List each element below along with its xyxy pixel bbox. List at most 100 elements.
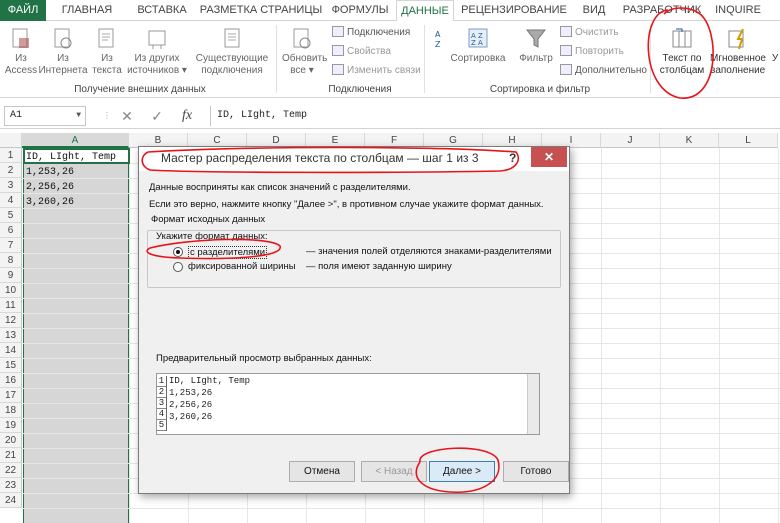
row-header-13[interactable]: 13 <box>0 328 22 343</box>
tab-file[interactable]: ФАЙЛ <box>0 0 46 21</box>
properties-icon <box>332 45 344 56</box>
refresh-all-button[interactable]: Обновить все ▾ <box>282 27 327 77</box>
tab-insert[interactable]: ВСТАВКА <box>128 0 196 21</box>
cell-a1[interactable]: ID, LIght, Temp <box>26 150 116 165</box>
clear-filter-button[interactable]: Очистить <box>560 26 619 40</box>
from-other-label-2: источников ▾ <box>127 65 187 76</box>
from-text-label-2: текста <box>92 65 122 76</box>
from-access-label-2: Access <box>4 65 38 76</box>
row-header-5[interactable]: 5 <box>0 208 22 223</box>
filter-label: Фильтр <box>519 53 553 64</box>
advanced-filter-button[interactable]: Дополнительно <box>560 64 647 78</box>
ribbon-data: Из Access Из Интернета Из текста Из других и… <box>0 21 780 98</box>
row-header-16[interactable]: 16 <box>0 373 22 388</box>
data-preview[interactable]: 1 2 3 4 5 ID, LIght, Temp 1,253,26 2,256… <box>156 373 540 435</box>
radio-delimited[interactable] <box>173 247 183 257</box>
preview-line: ID, LIght, Temp <box>169 376 251 386</box>
select-all-corner[interactable] <box>0 133 22 148</box>
connections-icon <box>332 26 344 37</box>
sort-az-button[interactable]: AZ <box>432 27 450 53</box>
flash-fill-label: Мгновенное <box>710 53 766 64</box>
preview-scrollbar[interactable] <box>527 374 539 434</box>
row-header-3[interactable]: 3 <box>0 178 22 193</box>
cancel-entry-icon[interactable]: ✕ <box>116 106 138 126</box>
properties-button[interactable]: Свойства <box>332 45 391 59</box>
tab-formulas[interactable]: ФОРМУЛЫ <box>326 0 394 21</box>
column-header-k[interactable]: K <box>660 133 719 148</box>
row-header-4[interactable]: 4 <box>0 193 22 208</box>
preview-label: Предварительный просмотр выбранных данны… <box>156 353 372 364</box>
row-header-7[interactable]: 7 <box>0 238 22 253</box>
row-header-14[interactable]: 14 <box>0 343 22 358</box>
row-header-11[interactable]: 11 <box>0 298 22 313</box>
tab-view[interactable]: ВИД <box>574 0 614 21</box>
chevron-down-icon[interactable]: ▼ <box>76 107 81 125</box>
reapply-label: Повторить <box>575 46 624 57</box>
row-header-21[interactable]: 21 <box>0 448 22 463</box>
tab-inquire[interactable]: INQUIRE <box>710 0 766 21</box>
from-access-button[interactable]: Из Access <box>4 27 38 77</box>
column-header-a[interactable]: A <box>22 133 129 148</box>
truncated-ribbon-button[interactable]: У <box>770 53 780 65</box>
flash-fill-button[interactable]: Мгновенное заполнение <box>708 27 768 77</box>
close-button[interactable]: ✕ <box>531 147 567 167</box>
tab-page-layout[interactable]: РАЗМЕТКА СТРАНИЦЫ <box>198 0 324 21</box>
cell-a4[interactable]: 3,260,26 <box>26 195 74 210</box>
reapply-button[interactable]: Повторить <box>560 45 624 59</box>
connections-button[interactable]: Подключения <box>332 26 410 40</box>
dialog-titlebar[interactable]: Мастер распределения текста по столбцам … <box>139 147 569 171</box>
radio-fixed-width[interactable] <box>173 262 183 272</box>
filter-icon <box>525 29 547 48</box>
row-header-18[interactable]: 18 <box>0 403 22 418</box>
row-header-9[interactable]: 9 <box>0 268 22 283</box>
from-web-button[interactable]: Из Интернета <box>38 27 88 77</box>
column-header-l[interactable]: L <box>719 133 778 148</box>
row-header-19[interactable]: 19 <box>0 418 22 433</box>
row-header-8[interactable]: 8 <box>0 253 22 268</box>
tab-review[interactable]: РЕЦЕНЗИРОВАНИЕ <box>458 0 570 21</box>
tab-developer[interactable]: РАЗРАБОТЧИК <box>616 0 708 21</box>
confirm-entry-icon[interactable]: ✓ <box>146 106 168 126</box>
row-header-10[interactable]: 10 <box>0 283 22 298</box>
preview-line-number: 4 <box>157 409 166 420</box>
cell-a2[interactable]: 1,253,26 <box>26 165 74 180</box>
cancel-button[interactable]: Отмена <box>289 461 355 482</box>
radio-delimited-label[interactable]: с разделителями <box>188 246 268 259</box>
help-icon[interactable]: ? <box>509 151 516 165</box>
cell-a3[interactable]: 2,256,26 <box>26 180 74 195</box>
insert-function-icon[interactable]: fx <box>176 106 198 126</box>
column-header-j[interactable]: J <box>601 133 660 148</box>
name-box[interactable]: A1 ▼ <box>4 106 86 126</box>
row-header-20[interactable]: 20 <box>0 433 22 448</box>
row-header-6[interactable]: 6 <box>0 223 22 238</box>
flash-fill-label-2: заполнение <box>710 65 766 76</box>
row-header-12[interactable]: 12 <box>0 313 22 328</box>
gridline-vertical <box>129 148 130 523</box>
text-to-columns-button[interactable]: Текст по столбцам <box>656 27 708 77</box>
filter-button[interactable]: Фильтр <box>516 27 556 65</box>
back-button[interactable]: < Назад <box>361 461 427 482</box>
sort-button[interactable]: A ZZ A Сортировка <box>450 27 506 65</box>
row-header-23[interactable]: 23 <box>0 478 22 493</box>
tab-data[interactable]: ДАННЫЕ <box>396 0 454 22</box>
row-header-2[interactable]: 2 <box>0 163 22 178</box>
row-header-22[interactable]: 22 <box>0 463 22 478</box>
clear-filter-label: Очистить <box>575 27 619 38</box>
text-to-columns-label-2: столбцам <box>659 65 705 76</box>
row-header-1[interactable]: 1 <box>0 148 22 163</box>
next-button[interactable]: Далее > <box>429 461 495 482</box>
from-other-sources-button[interactable]: Из других источников ▾ <box>126 27 188 77</box>
row-header-24[interactable]: 24 <box>0 493 22 508</box>
formula-input[interactable]: ID, LIght, Temp <box>210 106 776 126</box>
edit-links-button[interactable]: Изменить связи <box>332 64 421 78</box>
existing-connections-button[interactable]: Существующие подключения <box>194 27 270 77</box>
finish-button[interactable]: Готово <box>503 461 569 482</box>
row-header-17[interactable]: 17 <box>0 388 22 403</box>
tab-home[interactable]: ГЛАВНАЯ <box>48 0 126 21</box>
svg-text:A: A <box>435 30 441 39</box>
sort-label: Сортировка <box>450 53 506 64</box>
row-header-15[interactable]: 15 <box>0 358 22 373</box>
ribbon-tabs: ФАЙЛ ГЛАВНАЯ ВСТАВКА РАЗМЕТКА СТРАНИЦЫ Ф… <box>0 0 780 22</box>
from-text-button[interactable]: Из текста <box>90 27 124 77</box>
radio-fixed-width-label[interactable]: фиксированной ширины <box>188 261 296 272</box>
